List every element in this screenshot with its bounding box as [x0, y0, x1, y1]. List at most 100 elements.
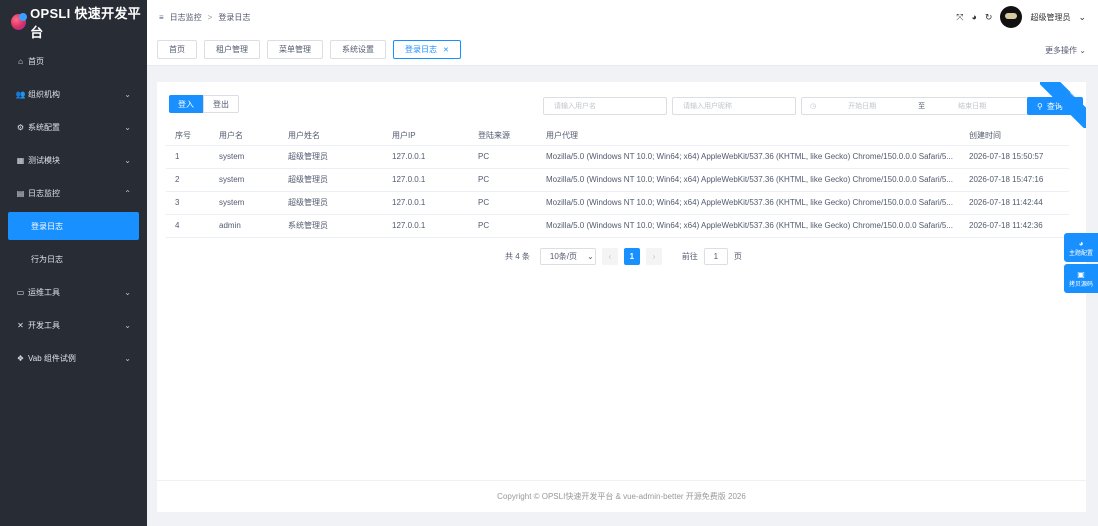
end-date-input[interactable]: 结束日期	[958, 101, 986, 111]
tab-tenant[interactable]: 租户管理	[204, 40, 260, 59]
logo-icon	[11, 13, 28, 30]
table-cell: system	[219, 145, 288, 169]
table-cell: 4	[166, 214, 219, 238]
file-icon: ▤	[16, 189, 25, 198]
table-cell: Mozilla/5.0 (Windows NT 10.0; Win64; x64…	[546, 191, 969, 215]
tab-menu[interactable]: 菜单管理	[267, 40, 323, 59]
page-number-current[interactable]: 1	[623, 248, 640, 265]
sidebar-item-label: 测试模块	[28, 156, 60, 165]
chevron-down-icon: ⌄	[587, 252, 594, 261]
table-cell: 系统管理员	[288, 214, 392, 238]
table-cell: Mozilla/5.0 (Windows NT 10.0; Win64; x64…	[546, 168, 969, 192]
pagination-total: 共 4 条	[505, 252, 530, 261]
header: ≡ 日志监控 > 登录日志 ⤧ ◕ ↻ 超级管理员 ⌄ 首页 租户管理 菜单管理…	[147, 0, 1098, 66]
table-cell: PC	[478, 145, 546, 169]
more-actions[interactable]: 更多操作 ⌄	[1045, 45, 1086, 56]
content-panel: 登入 登出 请输入用户名 请输入用户昵称 ◷ 开始日期 至 结束日期 ⚲ 查询 …	[157, 82, 1086, 512]
box-icon: ▦	[16, 156, 25, 165]
login-type-toggle: 登入 登出	[169, 95, 239, 113]
sidebar-subitem-behavior-log[interactable]: 行为日志	[0, 243, 147, 276]
breadcrumb-separator: >	[207, 13, 213, 22]
tab-label: 登录日志	[405, 45, 437, 54]
close-icon[interactable]: ✕	[443, 46, 449, 54]
refresh-icon[interactable]: ↻	[985, 12, 993, 23]
goto-label: 前往	[681, 252, 698, 261]
ribbon-band	[1040, 82, 1086, 128]
avatar[interactable]	[1000, 6, 1023, 28]
table-cell: 2026-07-18 11:42:36	[969, 214, 1069, 238]
sidebar-item-log-monitor[interactable]: ▤ 日志监控 ⌃	[0, 177, 147, 210]
user-name[interactable]: 超级管理员	[1030, 12, 1070, 23]
table-cell: PC	[478, 191, 546, 215]
sidebar-item-home[interactable]: ⌂ 首页	[0, 45, 147, 78]
palette-icon: ◕	[1078, 238, 1084, 248]
chevron-down-icon[interactable]: ⌄	[1078, 12, 1086, 23]
table-cell: 3	[166, 191, 219, 215]
login-button[interactable]: 登入	[169, 95, 203, 113]
header-actions: ⤧ ◕ ↻ 超级管理员 ⌄	[956, 6, 1086, 28]
chevron-down-icon: ⌄	[124, 288, 131, 297]
chevron-up-icon: ⌃	[124, 189, 131, 198]
start-date-input[interactable]: 开始日期	[848, 101, 918, 111]
table-cell: PC	[478, 168, 546, 192]
footer: Copyright © OPSLI快速开发平台 & vue-admin-bett…	[157, 480, 1086, 506]
corner-ribbon[interactable]: ✎	[1040, 82, 1086, 128]
table-header-row: 序号 用户名 用户姓名 用户IP 登陆来源 用户代理 创建时间	[166, 126, 1069, 146]
copy-source-button[interactable]: ▣ 拷贝源码	[1064, 264, 1098, 293]
date-range-picker[interactable]: ◷ 开始日期 至 结束日期	[801, 97, 1030, 115]
table-cell: system	[219, 191, 288, 215]
monitor-icon: ▭	[16, 288, 25, 297]
sidebar-item-label: 运维工具	[28, 288, 60, 297]
sidebar-item-organization[interactable]: 👥 组织机构 ⌄	[0, 78, 147, 111]
tab-settings[interactable]: 系统设置	[330, 40, 386, 59]
table-cell: 超级管理员	[288, 191, 392, 215]
column-header: 用户代理	[546, 126, 969, 146]
chevron-down-icon: ⌄	[124, 354, 131, 363]
sidebar-item-ops-tools[interactable]: ▭ 运维工具 ⌄	[0, 276, 147, 309]
breadcrumb-item-current: 登录日志	[218, 13, 251, 22]
fullscreen-icon[interactable]: ⤧	[956, 12, 963, 23]
table-cell: 2026-07-18 15:50:57	[969, 145, 1069, 169]
breadcrumb-item[interactable]: 日志监控	[170, 12, 202, 23]
login-log-table: 序号 用户名 用户姓名 用户IP 登陆来源 用户代理 创建时间 1 system…	[166, 126, 1069, 238]
theme-config-label: 主题配置	[1068, 250, 1093, 257]
tab-label: 首页	[169, 45, 185, 54]
sidebar-subitem-login-log[interactable]: 登录日志	[8, 212, 139, 240]
palette-icon[interactable]: ◕	[971, 12, 976, 22]
prev-page-button[interactable]: ‹	[601, 248, 618, 265]
column-header: 用户姓名	[288, 126, 392, 146]
realname-input[interactable]: 请输入用户昵称	[672, 97, 796, 115]
sidebar-item-system-config[interactable]: ⚙ 系统配置 ⌄	[0, 111, 147, 144]
range-separator: 至	[918, 103, 926, 110]
gear-icon: ⚙	[16, 123, 25, 132]
logout-button[interactable]: 登出	[203, 95, 239, 113]
table-cell: Mozilla/5.0 (Windows NT 10.0; Win64; x64…	[546, 214, 969, 238]
sidebar-item-vab-examples[interactable]: ❖ Vab 组件试例 ⌄	[0, 342, 147, 375]
table-row: 4 admin 系统管理员 127.0.0.1 PC Mozilla/5.0 (…	[166, 214, 1069, 238]
column-header: 序号	[166, 126, 219, 146]
breadcrumb-menu-icon: ≡	[159, 13, 164, 22]
logo-text: OPSLI 快速开发平台	[30, 6, 141, 40]
next-page-button[interactable]: ›	[645, 248, 662, 265]
page-size-value: 10条/页	[549, 252, 578, 261]
tab-home[interactable]: 首页	[157, 40, 197, 59]
tab-label: 系统设置	[342, 45, 374, 54]
sidebar-item-label: 组织机构	[28, 90, 60, 99]
table-cell: 超级管理员	[288, 145, 392, 169]
tab-login-log[interactable]: 登录日志 ✕	[393, 40, 461, 59]
theme-config-button[interactable]: ◕ 主题配置	[1064, 233, 1098, 262]
table-cell: system	[219, 168, 288, 192]
logo[interactable]: OPSLI 快速开发平台	[0, 0, 147, 44]
sidebar-item-dev-tools[interactable]: ✕ 开发工具 ⌄	[0, 309, 147, 342]
goto-page-input[interactable]: 1	[703, 248, 728, 265]
copy-source-label: 拷贝源码	[1068, 281, 1093, 288]
pagination: 共 4 条 10条/页 ⌄ ‹ 1 › 前往 1 页	[505, 248, 742, 265]
sidebar-item-test-module[interactable]: ▦ 测试模块 ⌄	[0, 144, 147, 177]
clock-icon: ◷	[810, 103, 817, 110]
username-input[interactable]: 请输入用户名	[543, 97, 667, 115]
chevron-down-icon: ⌄	[124, 321, 131, 330]
page-size-select[interactable]: 10条/页 ⌄	[539, 248, 596, 265]
table-row: 3 system 超级管理员 127.0.0.1 PC Mozilla/5.0 …	[166, 191, 1069, 215]
column-header: 用户名	[219, 126, 288, 146]
sidebar-item-label: 日志监控	[28, 189, 60, 198]
